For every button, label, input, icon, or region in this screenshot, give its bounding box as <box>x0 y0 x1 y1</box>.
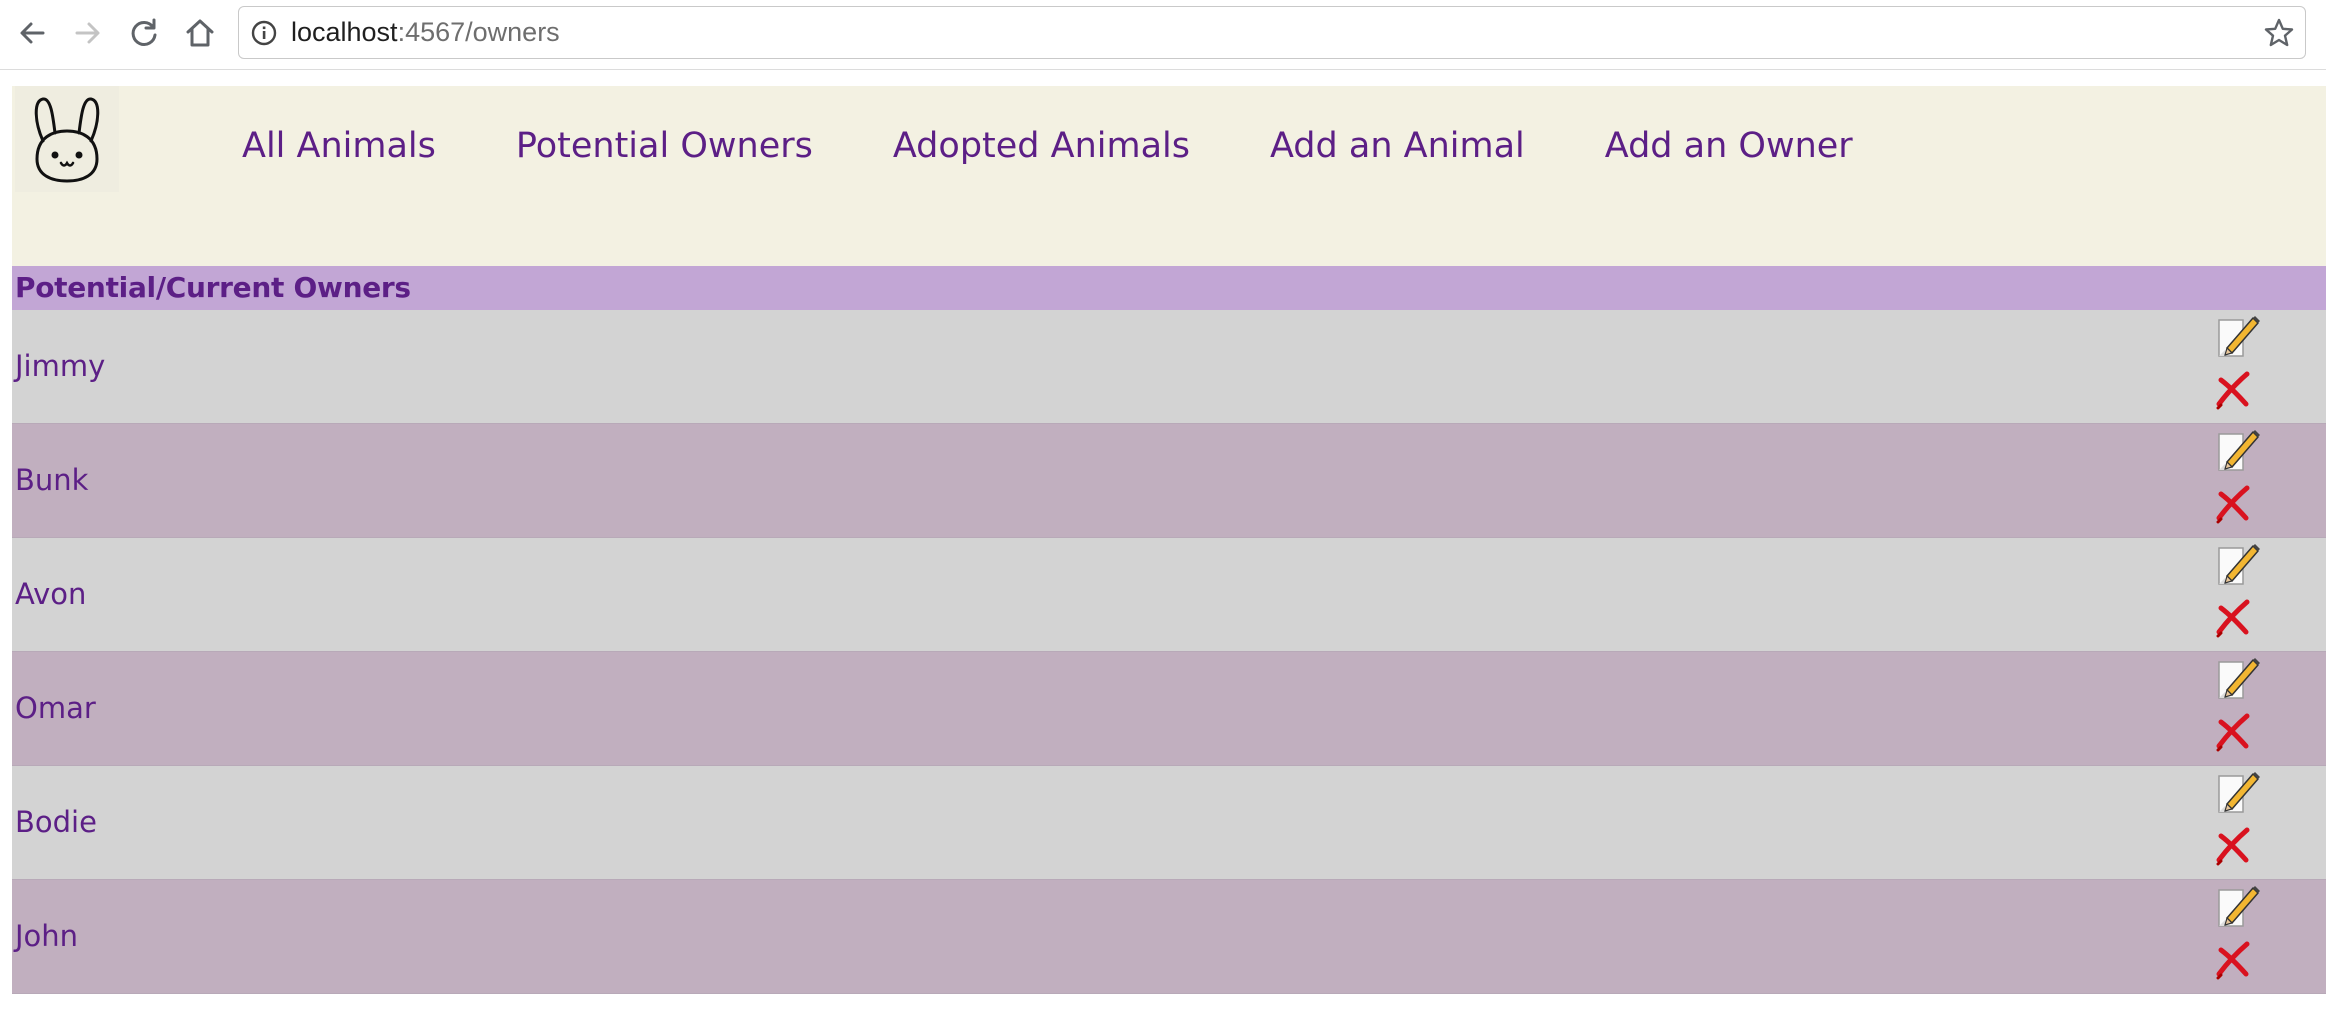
owner-row: Jimmy <box>12 310 2326 424</box>
owner-row: Avon <box>12 538 2326 652</box>
pencil-edit-icon[interactable] <box>2213 312 2261 360</box>
page-content: All Animals Potential Owners Adopted Ani… <box>12 86 2326 994</box>
red-x-delete-icon[interactable] <box>2213 370 2253 410</box>
nav-link-adopted-animals[interactable]: Adopted Animals <box>893 126 1190 166</box>
nav-link-add-owner[interactable]: Add an Owner <box>1605 126 1853 166</box>
owner-name-link[interactable]: Jimmy <box>15 310 105 423</box>
owner-name-link[interactable]: Avon <box>15 538 86 651</box>
home-icon <box>186 19 214 47</box>
owner-name-link[interactable]: John <box>15 880 78 993</box>
bookmark-star-icon[interactable] <box>2263 17 2295 49</box>
forward-button[interactable] <box>68 13 108 53</box>
bunny-logo-icon[interactable] <box>15 86 119 192</box>
forward-arrow-icon <box>75 22 100 44</box>
owner-name-link[interactable]: Bunk <box>15 424 88 537</box>
pencil-edit-icon[interactable] <box>2213 768 2261 816</box>
owner-name-link[interactable]: Bodie <box>15 766 97 879</box>
pencil-edit-icon[interactable] <box>2213 540 2261 588</box>
nav-link-add-animal[interactable]: Add an Animal <box>1270 126 1525 166</box>
owner-name-link[interactable]: Omar <box>15 652 96 765</box>
url-path: :4567/owners <box>397 17 560 47</box>
back-button[interactable] <box>12 13 52 53</box>
reload-button[interactable] <box>124 13 164 53</box>
url-text: localhost:4567/owners <box>291 17 560 48</box>
pencil-edit-icon[interactable] <box>2213 426 2261 474</box>
owner-list: Jimmy Bunk Avon Omar Bodie John <box>12 310 2326 994</box>
pencil-edit-icon[interactable] <box>2213 654 2261 702</box>
nav-link-potential-owners[interactable]: Potential Owners <box>516 126 813 166</box>
info-icon[interactable] <box>249 18 279 48</box>
owner-row: Bunk <box>12 424 2326 538</box>
red-x-delete-icon[interactable] <box>2213 940 2253 980</box>
nav-link-all-animals[interactable]: All Animals <box>242 126 436 166</box>
owner-row: Omar <box>12 652 2326 766</box>
red-x-delete-icon[interactable] <box>2213 598 2253 638</box>
address-bar[interactable]: localhost:4567/owners <box>238 6 2306 59</box>
browser-toolbar: localhost:4567/owners <box>0 0 2326 70</box>
site-header: All Animals Potential Owners Adopted Ani… <box>12 86 2326 266</box>
red-x-delete-icon[interactable] <box>2213 826 2253 866</box>
main-nav: All Animals Potential Owners Adopted Ani… <box>242 126 1933 166</box>
reload-icon <box>131 18 157 46</box>
red-x-delete-icon[interactable] <box>2213 712 2253 752</box>
home-button[interactable] <box>180 13 220 53</box>
back-arrow-icon <box>20 22 45 44</box>
owners-section-title: Potential/Current Owners <box>12 266 2326 310</box>
owner-row: John <box>12 880 2326 994</box>
red-x-delete-icon[interactable] <box>2213 484 2253 524</box>
pencil-edit-icon[interactable] <box>2213 882 2261 930</box>
owner-row: Bodie <box>12 766 2326 880</box>
url-host: localhost <box>291 17 398 47</box>
